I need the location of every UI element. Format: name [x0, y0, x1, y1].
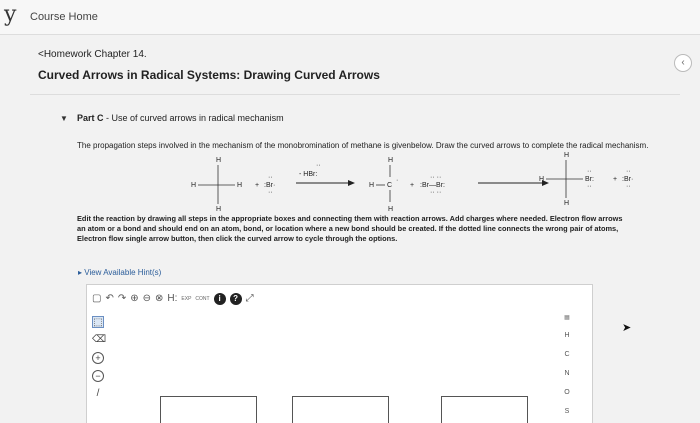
br-radical-2-dots-top: ·· — [626, 168, 631, 175]
expand-button[interactable]: EXP — [181, 293, 191, 305]
methane-h-top: H — [216, 157, 221, 164]
zoom-fit-icon[interactable]: ⊗ — [155, 293, 163, 305]
undo-icon[interactable]: ↶ — [105, 293, 113, 305]
part-subtitle: - Use of curved arrows in radical mechan… — [103, 113, 284, 123]
contract-button[interactable]: CONT — [195, 293, 209, 305]
product-h-bottom: H — [564, 200, 569, 207]
fullscreen-icon[interactable]: ⤢ — [246, 293, 254, 305]
instruction-line: Electron flow single arrow button, then … — [77, 234, 398, 243]
methane-h-left: H — [191, 182, 196, 189]
br-radical-1-dots-top: ·· — [268, 174, 273, 181]
new-document-icon[interactable]: ▢ — [92, 293, 101, 305]
methane-h-bottom: H — [216, 206, 221, 213]
instructions: Edit the reaction by drawing all steps i… — [77, 214, 697, 244]
eraser-icon[interactable]: ⌫ — [92, 334, 106, 346]
zoom-out-icon[interactable]: ⊖ — [143, 293, 151, 305]
left-toolbox: ⬚ ⌫ + − / — [92, 316, 106, 406]
methyl-radical-dot: · — [396, 177, 398, 184]
hbr-dots: ·· — [316, 162, 321, 169]
reaction-arrow-1-head — [348, 180, 355, 186]
methyl-h-left: H — [369, 182, 374, 189]
product-br-dots-top: ·· — [587, 168, 592, 175]
part-title[interactable]: Part C - Use of curved arrows in radical… — [77, 113, 284, 123]
help-icon[interactable]: ? — [229, 293, 242, 305]
negative-charge-icon[interactable]: − — [92, 370, 104, 382]
element-c[interactable]: C — [556, 345, 578, 364]
view-hints-link[interactable]: ▸ View Available Hint(s) — [78, 268, 161, 277]
element-n[interactable]: N — [556, 364, 578, 383]
plus-1: + — [255, 182, 259, 189]
select-tool-icon[interactable]: ⬚ — [92, 316, 104, 328]
page-title: Curved Arrows in Radical Systems: Drawin… — [38, 68, 380, 82]
methane-h-right: H — [237, 182, 242, 189]
product-h-top: H — [564, 152, 569, 159]
editor-toolbar: ▢ ↶ ↷ ⊕ ⊖ ⊗ H: EXP CONT i ? ⤢ — [92, 292, 254, 306]
methyl-h-top: H — [388, 157, 393, 164]
homework-breadcrumb-link[interactable]: <Homework Chapter 14. — [38, 49, 147, 60]
caret-down-icon[interactable]: ▼ — [60, 114, 68, 123]
info-icon[interactable]: i — [213, 293, 226, 305]
question-prompt: The propagation steps involved in the me… — [77, 141, 649, 150]
periodic-table-icon[interactable]: ▦ — [556, 310, 578, 326]
br2-molecule: :Br—Br: — [420, 182, 445, 189]
lone-pair-button[interactable]: H: — [167, 293, 177, 305]
br-radical-1: :Br· — [264, 182, 275, 189]
positive-charge-icon[interactable]: + — [92, 352, 104, 364]
answer-box-3[interactable] — [441, 396, 528, 423]
chevron-left-icon[interactable]: ‹ — [674, 54, 692, 72]
top-bar — [0, 0, 700, 35]
mouse-cursor-icon: ➤ — [622, 322, 632, 334]
element-h[interactable]: H — [556, 326, 578, 345]
instruction-line: an atom or a bond and should end on an a… — [77, 224, 619, 233]
br2-dots-bottom: ·· ·· — [430, 189, 441, 196]
br-radical-2-dots-bottom: ·· — [626, 183, 631, 190]
methyl-h-bottom: H — [388, 206, 393, 213]
product-br-dots-bottom: ·· — [587, 183, 592, 190]
methyl-c: C — [387, 182, 392, 189]
hbr-loss-label: - HBr: — [299, 171, 317, 178]
br2-dots-top: ·· ·· — [430, 174, 441, 181]
br-radical-2: :Br· — [622, 176, 633, 183]
answer-box-1[interactable] — [160, 396, 257, 423]
plus-3: + — [613, 176, 617, 183]
instruction-line: Edit the reaction by drawing all steps i… — [77, 214, 623, 223]
single-bond-icon[interactable]: / — [92, 388, 104, 400]
redo-icon[interactable]: ↷ — [118, 293, 126, 305]
product-h-left: H — [539, 176, 544, 183]
divider — [30, 94, 680, 95]
element-s[interactable]: S — [556, 402, 578, 421]
answer-box-2[interactable] — [292, 396, 389, 423]
view-hints-label: View Available Hint(s) — [84, 268, 162, 277]
br-radical-1-dots-bottom: ·· — [268, 189, 273, 196]
plus-2: + — [410, 182, 414, 189]
element-o[interactable]: O — [556, 383, 578, 402]
reaction-scheme: H H H H + :Br· ·· ·· - HBr: ·· H H C · H… — [191, 152, 633, 213]
product-br: Br: — [585, 176, 594, 183]
course-home-link[interactable]: Course Home — [30, 11, 98, 23]
element-palette: ▦ H C N O S — [556, 310, 578, 421]
part-label: Part C — [77, 113, 104, 123]
zoom-in-icon[interactable]: ⊕ — [130, 293, 138, 305]
logo: y — [4, 2, 17, 27]
